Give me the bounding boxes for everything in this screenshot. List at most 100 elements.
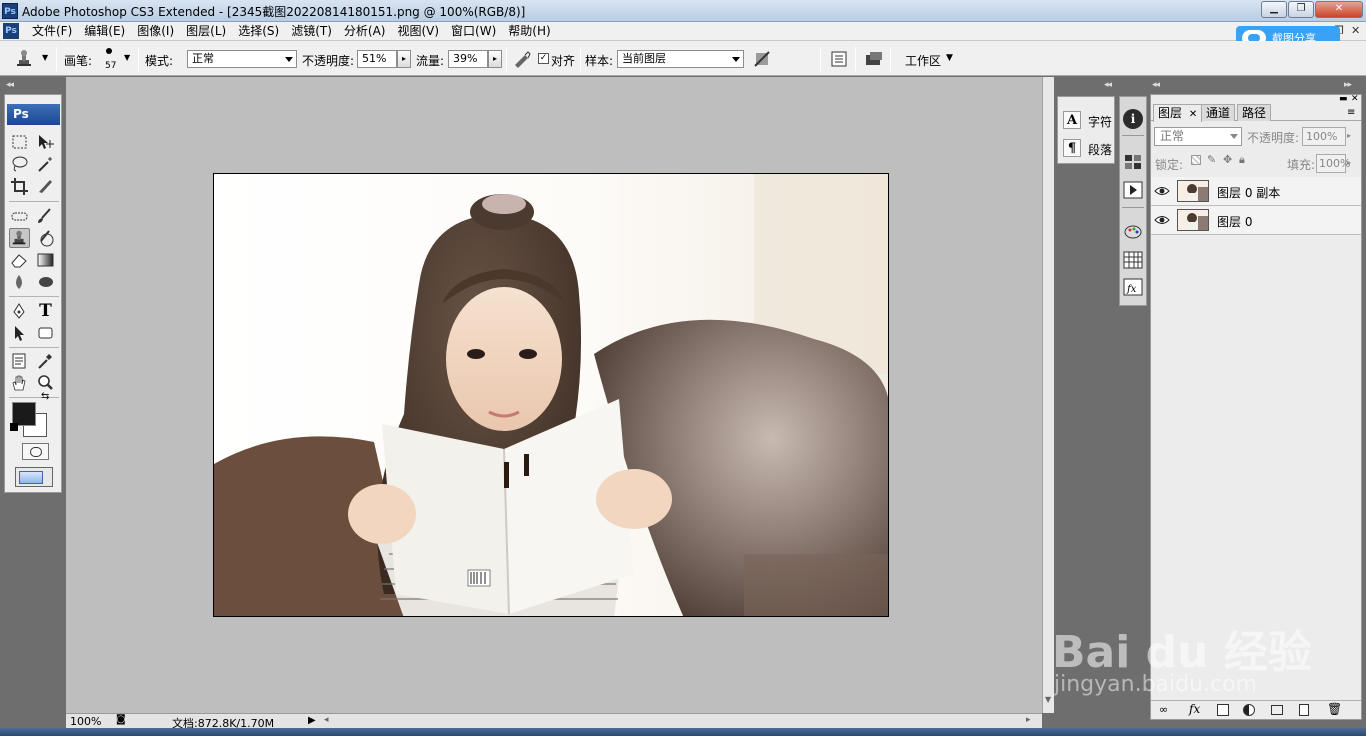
opacity-slider-button[interactable]: ▸	[397, 50, 411, 68]
lock-all-icon[interactable]: 🔒︎	[1239, 153, 1245, 167]
dodge-tool-icon[interactable]	[35, 272, 56, 292]
doc-close-icon[interactable]: ✕	[1351, 24, 1360, 37]
status-icon[interactable]: ◙	[116, 714, 126, 725]
swap-colors-icon[interactable]: ⇆	[41, 391, 49, 402]
opacity-input[interactable]: 51%	[357, 50, 397, 68]
paragraph-panel-button[interactable]: ¶ 段落	[1061, 137, 1113, 159]
hand-tool-icon[interactable]	[9, 373, 30, 393]
visibility-eye-icon[interactable]	[1154, 184, 1170, 198]
default-colors-icon[interactable]	[10, 423, 18, 431]
menu-item[interactable]: 图层(L)	[180, 24, 232, 39]
fill-slider-arrow-icon[interactable]: ▸	[1347, 158, 1351, 167]
adjustment-layer-icon[interactable]	[1243, 704, 1255, 716]
vertical-scrollbar[interactable]: ▼	[1042, 77, 1054, 713]
swatches-palette-icon[interactable]	[1123, 223, 1143, 241]
path-selection-tool-icon[interactable]	[9, 323, 30, 343]
sample-select[interactable]: 当前图层	[617, 50, 744, 68]
lock-transparent-icon[interactable]	[1191, 155, 1201, 165]
menu-item[interactable]: 视图(V)	[391, 24, 445, 39]
expand-dock-icon[interactable]: ▸▸	[1344, 80, 1352, 90]
eyedropper-tool-icon[interactable]	[35, 351, 56, 371]
lasso-tool-icon[interactable]	[9, 154, 30, 174]
bridge-icon[interactable]	[864, 49, 884, 69]
slice-tool-icon[interactable]	[35, 176, 56, 196]
workspace-dropdown-icon[interactable]: ▼	[946, 53, 953, 63]
quick-mask-button[interactable]	[22, 443, 49, 460]
maximize-button[interactable]: ❐	[1288, 1, 1314, 18]
mode-select[interactable]: 正常	[187, 50, 297, 68]
close-button[interactable]: ✕	[1315, 1, 1363, 18]
layer-name[interactable]: 图层 0 副本	[1217, 184, 1280, 201]
eraser-tool-icon[interactable]	[9, 250, 30, 270]
flow-slider-button[interactable]: ▸	[488, 50, 502, 68]
screen-mode-button[interactable]	[15, 467, 53, 487]
fill-input[interactable]: 100%	[1316, 154, 1350, 173]
toolbox-header[interactable]: Ps	[7, 104, 60, 125]
lock-position-icon[interactable]: ✥	[1223, 153, 1232, 166]
menu-item[interactable]: 文件(F)	[26, 24, 78, 39]
scroll-down-icon[interactable]: ▼	[1045, 695, 1051, 704]
workspace-menu[interactable]: 工作区	[905, 52, 941, 69]
minimize-button[interactable]: ▁	[1261, 1, 1287, 18]
airbrush-icon[interactable]	[512, 49, 532, 69]
close-tab-icon[interactable]: ✕	[1189, 109, 1197, 120]
collapse-dock-icon[interactable]: ◂◂	[1104, 80, 1112, 90]
healing-brush-tool-icon[interactable]	[9, 206, 30, 226]
document-canvas[interactable]	[213, 173, 889, 617]
move-tool-icon[interactable]	[35, 132, 56, 152]
menu-item[interactable]: 窗口(W)	[445, 24, 502, 39]
menu-item[interactable]: 图像(I)	[131, 24, 180, 39]
brush-picker-arrow-icon[interactable]: ▼	[124, 53, 130, 62]
swatches-grid-icon[interactable]	[1123, 251, 1143, 269]
opacity-slider-arrow-icon[interactable]: ▸	[1347, 131, 1351, 140]
clone-stamp-tool-icon[interactable]	[14, 49, 34, 69]
character-panel-button[interactable]: A 字符	[1061, 109, 1113, 131]
shape-tool-icon[interactable]	[35, 323, 56, 343]
panel-menu-icon[interactable]: ≡	[1347, 107, 1355, 118]
zoom-level[interactable]: 100%	[70, 715, 101, 728]
gradient-tool-icon[interactable]	[35, 250, 56, 270]
menu-item[interactable]: 编辑(E)	[78, 24, 131, 39]
history-brush-tool-icon[interactable]	[35, 228, 56, 248]
blend-mode-select[interactable]: 正常	[1154, 127, 1242, 146]
marquee-tool-icon[interactable]	[9, 132, 30, 152]
status-menu-arrow-icon[interactable]: ▶	[308, 715, 316, 726]
notes-tool-icon[interactable]	[9, 351, 30, 371]
zoom-tool-icon[interactable]	[35, 373, 56, 393]
magic-wand-tool-icon[interactable]	[35, 154, 56, 174]
scroll-right-icon[interactable]: ▸	[1026, 715, 1031, 725]
aligned-checkbox[interactable]: ✓	[538, 53, 549, 64]
crop-tool-icon[interactable]	[9, 176, 30, 196]
menu-item[interactable]: 选择(S)	[232, 24, 285, 39]
tab-paths[interactable]: 路径	[1237, 104, 1272, 121]
brush-preview-icon[interactable]	[106, 48, 112, 54]
new-group-icon[interactable]	[1271, 705, 1283, 715]
new-layer-icon[interactable]	[1299, 704, 1309, 716]
layer-name[interactable]: 图层 0	[1217, 213, 1252, 230]
menu-item[interactable]: 帮助(H)	[502, 24, 556, 39]
add-mask-icon[interactable]	[1217, 704, 1229, 716]
layer-row[interactable]: 图层 0	[1151, 206, 1361, 235]
lock-pixels-icon[interactable]: ✎	[1207, 153, 1216, 166]
actions-play-icon[interactable]	[1123, 181, 1143, 199]
menu-item[interactable]: 滤镜(T)	[285, 24, 338, 39]
collapse-dock-icon[interactable]: ◂◂	[1152, 80, 1160, 90]
layer-style-fx-icon[interactable]: fx	[1189, 702, 1200, 716]
blur-tool-icon[interactable]	[9, 272, 30, 292]
layer-row[interactable]: 图层 0 副本	[1151, 177, 1361, 206]
trash-icon[interactable]: 🗑︎	[1327, 702, 1342, 716]
tool-preset-dropdown-icon[interactable]: ▼	[42, 53, 48, 62]
brush-tool-icon[interactable]	[35, 206, 56, 226]
styles-fx-icon[interactable]: fx	[1123, 278, 1143, 296]
tab-channels[interactable]: 通道	[1201, 104, 1236, 121]
flow-input[interactable]: 39%	[448, 50, 488, 68]
ignore-adjustment-layers-icon[interactable]	[752, 49, 772, 69]
tab-layers[interactable]: 图层 ✕	[1153, 104, 1203, 122]
scroll-left-icon[interactable]: ◂	[324, 715, 329, 725]
menu-app-icon[interactable]: Ps	[3, 23, 19, 39]
layer-opacity-input[interactable]: 100%	[1302, 127, 1346, 146]
menu-item[interactable]: 分析(A)	[338, 24, 392, 39]
pen-tool-icon[interactable]	[9, 301, 30, 321]
clone-stamp-tool-button[interactable]	[9, 228, 30, 248]
link-layers-icon[interactable]: ∞	[1159, 703, 1168, 716]
